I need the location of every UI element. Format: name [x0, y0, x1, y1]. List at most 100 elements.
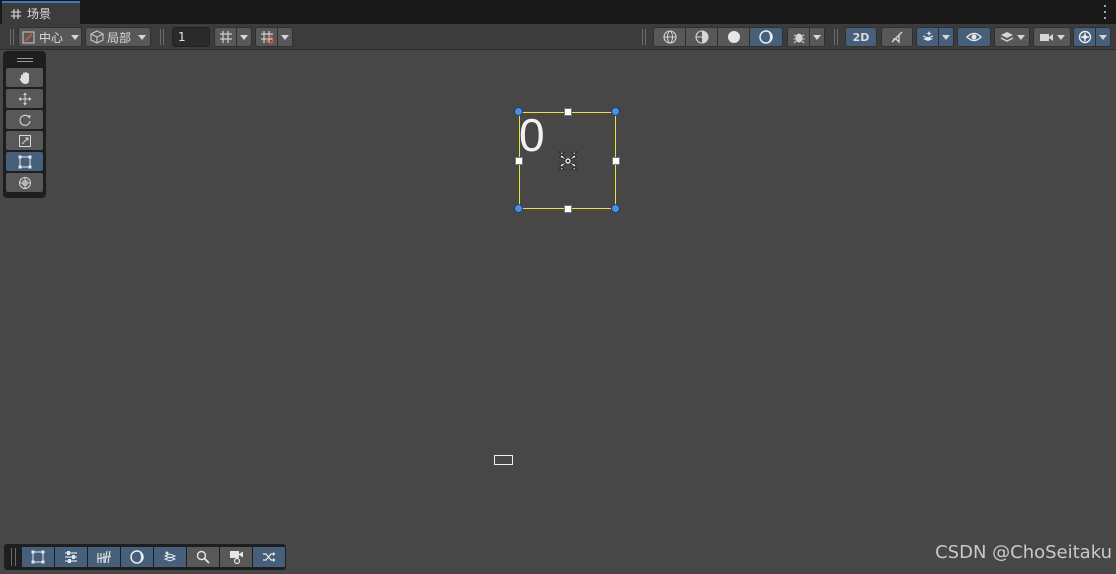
toolbar-grip[interactable] [10, 29, 14, 45]
hand-tool-button[interactable] [6, 68, 43, 87]
increment-snap-button[interactable] [256, 28, 278, 46]
camera-dropdown[interactable] [1033, 27, 1071, 47]
grid-snap-group [214, 27, 252, 47]
scale-tool-icon [18, 134, 32, 148]
shading-overlay-button[interactable] [121, 547, 153, 567]
pivot-anchor-icon[interactable] [555, 148, 581, 174]
chevron-down-icon [281, 34, 289, 40]
pivot-mode-label: 中心 [39, 30, 64, 45]
rotate-tool-icon [18, 113, 32, 127]
draw-mode-group [653, 27, 783, 47]
space-mode-label: 局部 [107, 30, 132, 45]
shaded-icon [727, 30, 741, 44]
search-overlay-button[interactable] [187, 547, 219, 567]
tilemap-button[interactable] [88, 547, 120, 567]
layers-dropdown[interactable] [994, 27, 1030, 47]
shuffle-button[interactable] [253, 547, 285, 567]
debug-button[interactable] [788, 28, 810, 46]
chevron-down-icon [1016, 34, 1025, 40]
mode-2d-button[interactable]: 2D [845, 27, 877, 47]
shaded-wireframe-button[interactable] [686, 28, 718, 46]
debug-group [787, 27, 825, 47]
visibility-icon [966, 31, 982, 43]
chevron-down-icon [813, 34, 821, 40]
lighting-button[interactable] [750, 28, 782, 46]
tab-scene[interactable]: 场景 [2, 1, 80, 24]
resize-handle-left[interactable] [515, 157, 523, 165]
toolbar-grip[interactable] [160, 29, 164, 45]
transform-tool-button[interactable] [6, 173, 43, 192]
space-mode-dropdown[interactable]: 局部 [85, 27, 151, 47]
chevron-down-icon [240, 34, 248, 40]
gizmos-icon [1078, 30, 1092, 44]
corner-handle-bottom-right[interactable] [611, 204, 620, 213]
move-tool-button[interactable] [6, 89, 43, 108]
grid-icon [10, 8, 22, 20]
scale-tool-button[interactable] [6, 131, 43, 150]
increment-snap-icon [260, 30, 274, 44]
resize-handle-right[interactable] [612, 157, 620, 165]
rotate-tool-button[interactable] [6, 110, 43, 129]
tab-scene-label: 场景 [27, 6, 52, 21]
debug-icon [792, 30, 806, 44]
search-overlay-icon [196, 550, 210, 564]
chevron-down-icon [71, 34, 80, 40]
grid-size-field[interactable]: 1 [172, 27, 210, 47]
rect-tool-icon [18, 155, 32, 169]
chevron-down-icon [1057, 34, 1065, 40]
resize-handle-top[interactable] [564, 108, 572, 116]
corner-handle-bottom-left[interactable] [514, 204, 523, 213]
camera-overlay-button[interactable] [220, 547, 252, 567]
pivot-icon [22, 31, 35, 44]
grid-snap-dropdown[interactable] [237, 28, 251, 46]
layers-overlay-icon [163, 550, 177, 564]
resize-handle-bottom[interactable] [564, 205, 572, 213]
increment-snap-group [255, 27, 293, 47]
layers-icon [1000, 31, 1014, 43]
shaded-button[interactable] [718, 28, 750, 46]
increment-snap-dropdown[interactable] [278, 28, 292, 46]
pivot-mode-dropdown[interactable]: 中心 [18, 27, 82, 47]
effects-group [916, 27, 954, 47]
scene-text-object[interactable]: 0 [519, 112, 545, 158]
visibility-button[interactable] [957, 27, 991, 47]
shading-overlay-icon [130, 550, 144, 564]
effects-dropdown[interactable] [939, 28, 953, 46]
local-cube-icon [90, 30, 104, 44]
scene-toolbar: 中心 局部 1 2D [0, 24, 1116, 50]
transform-tool-icon [18, 176, 32, 190]
audio-mute-icon [890, 30, 904, 44]
more-options-icon[interactable] [1102, 4, 1108, 20]
hand-tool-icon [18, 71, 32, 85]
grid-snap-button[interactable] [215, 28, 237, 46]
gizmos-button[interactable] [1074, 28, 1096, 46]
overlay-drag-handle[interactable] [11, 548, 16, 566]
wireframe-button[interactable] [654, 28, 686, 46]
sliders-button[interactable] [55, 547, 87, 567]
layers-overlay-button[interactable] [154, 547, 186, 567]
chevron-down-icon [138, 34, 147, 40]
toolbar-grip[interactable] [834, 29, 838, 45]
corner-handle-top-left[interactable] [514, 107, 523, 116]
lighting-icon [759, 30, 773, 44]
rect-overlay-icon [31, 550, 45, 564]
effects-icon [921, 30, 935, 44]
tilemap-icon [96, 550, 112, 564]
move-tool-icon [18, 92, 32, 106]
corner-handle-top-right[interactable] [611, 107, 620, 116]
chevron-down-icon [942, 34, 950, 40]
audio-button[interactable] [881, 27, 913, 47]
rect-tool-button[interactable] [6, 152, 43, 171]
tab-strip: 场景 [0, 0, 1116, 24]
shuffle-icon [262, 551, 276, 563]
gizmos-group [1073, 27, 1111, 47]
gizmos-dropdown[interactable] [1096, 28, 1110, 46]
debug-dropdown[interactable] [810, 28, 824, 46]
wireframe-icon [662, 30, 677, 44]
rect-overlay-button[interactable] [22, 547, 54, 567]
shaded-wireframe-icon [694, 30, 709, 44]
toolbar-grip[interactable] [642, 29, 646, 45]
scene-rect-object[interactable] [494, 455, 513, 465]
effects-button[interactable] [917, 28, 939, 46]
overlay-drag-handle[interactable] [6, 54, 43, 66]
